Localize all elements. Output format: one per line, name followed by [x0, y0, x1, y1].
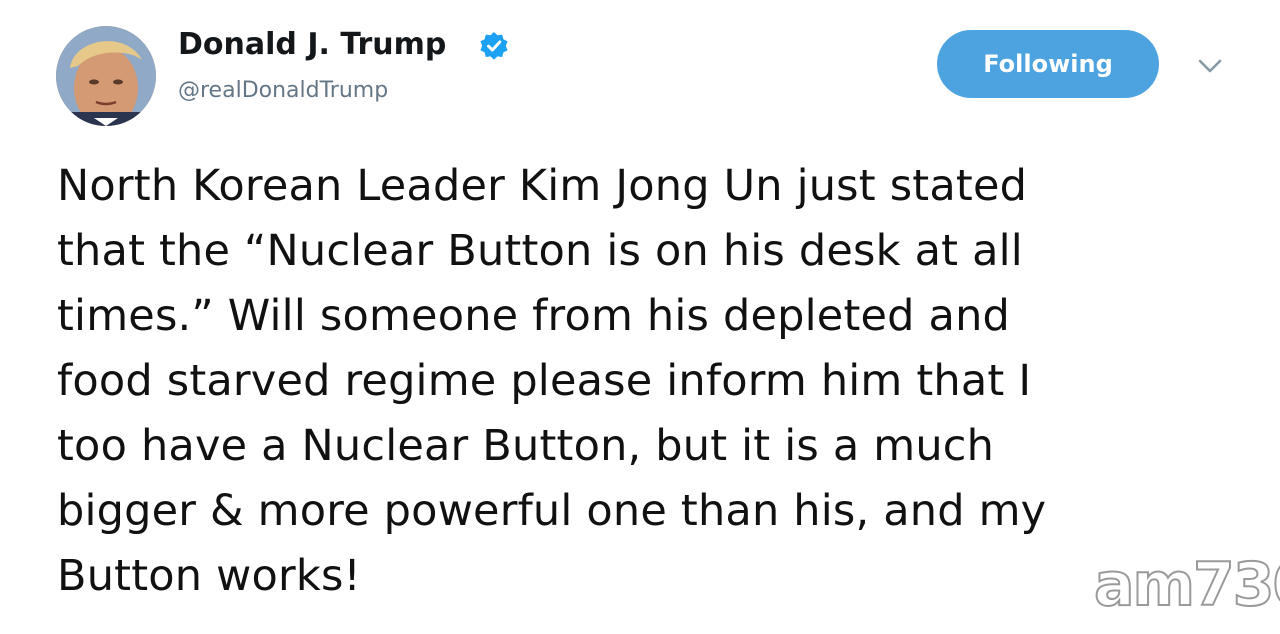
verified-badge-icon — [480, 32, 508, 60]
profile-photo-icon — [56, 26, 156, 126]
tweet-text: North Korean Leader Kim Jong Un just sta… — [57, 161, 1047, 601]
watermark-logo: am730 — [1093, 550, 1280, 620]
user-handle[interactable]: @realDonaldTrump — [178, 76, 388, 106]
following-button[interactable]: Following — [937, 30, 1159, 98]
display-name[interactable]: Donald J. Trump — [178, 26, 446, 64]
tweet-card: Donald J. Trump @realDonaldTrump Followi… — [0, 0, 1280, 634]
chevron-down-icon[interactable] — [1196, 56, 1224, 76]
avatar[interactable] — [56, 26, 156, 126]
